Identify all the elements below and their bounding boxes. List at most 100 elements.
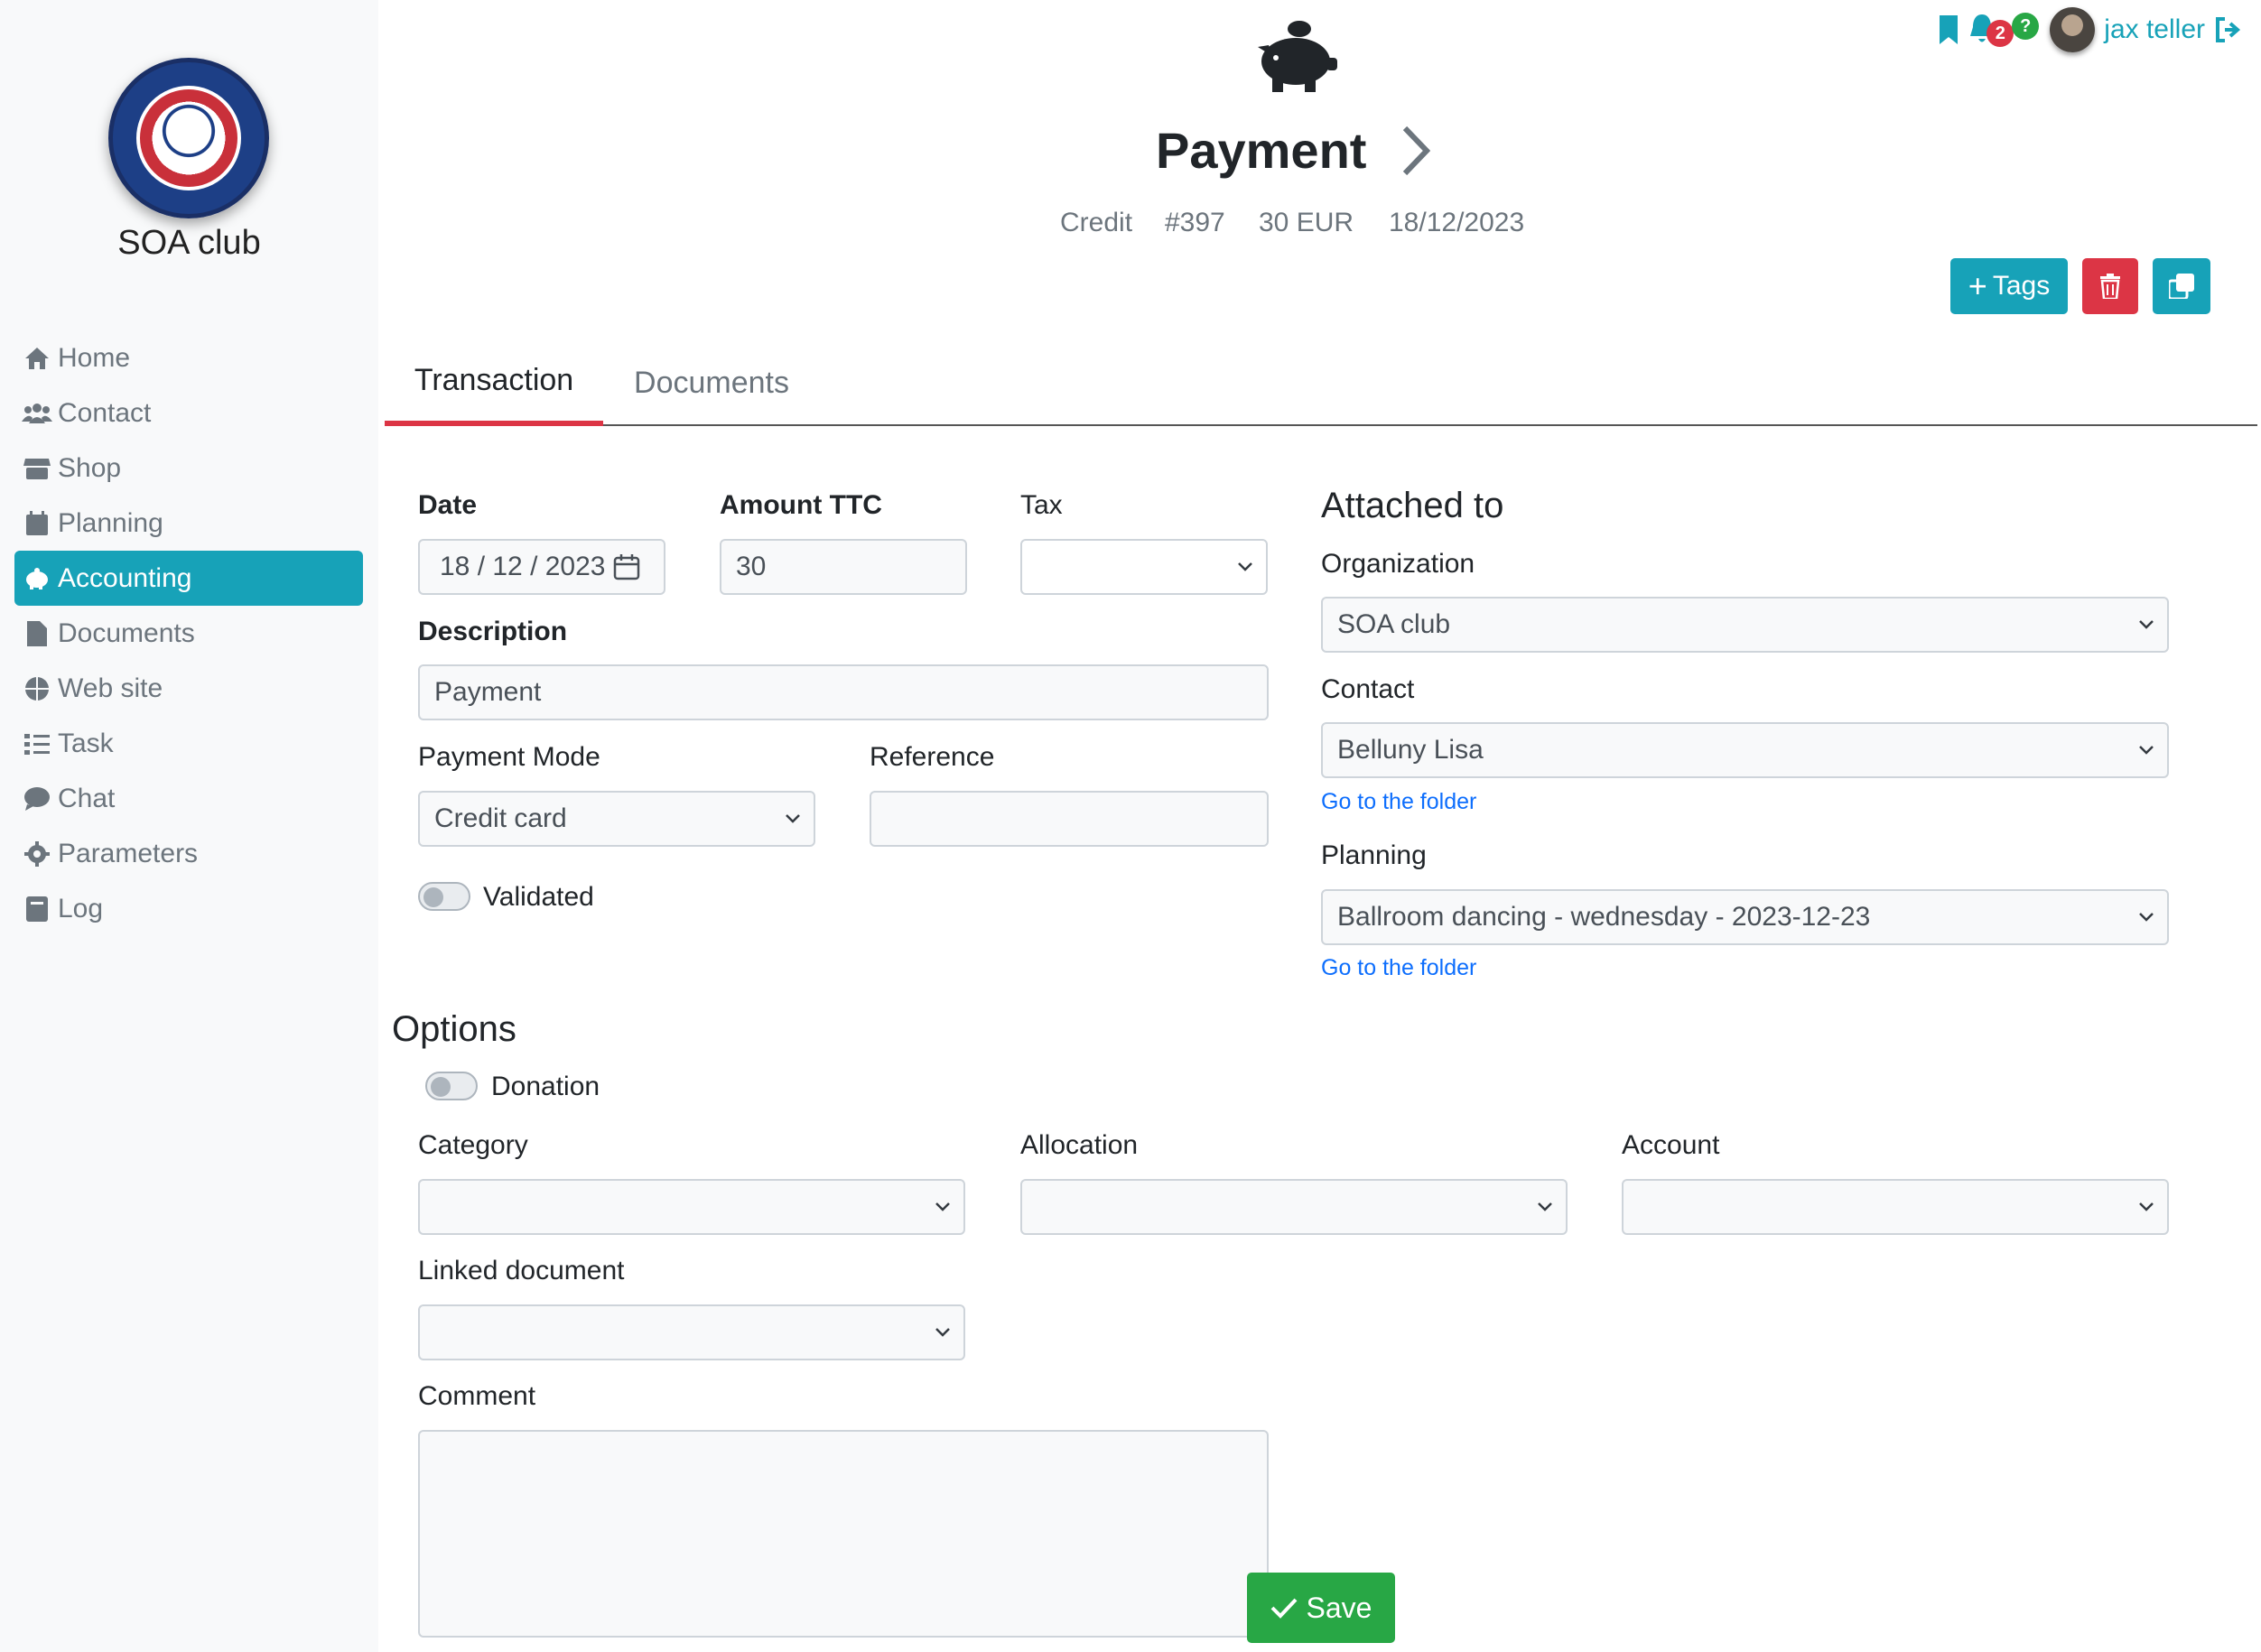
sidebar-item-accounting[interactable]: Accounting <box>14 551 363 606</box>
store-icon <box>22 455 52 482</box>
transaction-number: #397 <box>1165 208 1225 237</box>
chevron-right-icon[interactable] <box>1398 125 1434 177</box>
tags-label: Tags <box>1992 271 2051 301</box>
sidebar-item-contact[interactable]: Contact <box>14 385 363 441</box>
sidebar-item-planning[interactable]: Planning <box>14 496 363 551</box>
plus-icon: + <box>1968 267 1987 304</box>
payment-mode-value: Credit card <box>434 803 567 833</box>
help-badge[interactable]: ? <box>2012 13 2040 40</box>
description-label: Description <box>418 617 568 646</box>
organization-label: Organization <box>1321 549 1475 579</box>
copy-icon <box>2169 274 2194 299</box>
logout-icon[interactable] <box>2214 16 2243 43</box>
account-select[interactable] <box>1622 1179 2169 1235</box>
linked-document-label: Linked document <box>418 1256 625 1285</box>
transaction-type: Credit <box>1060 208 1133 237</box>
calendar-icon <box>22 510 52 537</box>
sidebar-item-documents[interactable]: Documents <box>14 606 363 661</box>
chevron-down-icon <box>2139 746 2154 755</box>
tasks-icon <box>22 730 52 757</box>
notifications[interactable]: 2 ? <box>1968 9 2041 51</box>
date-value: 18 / 12 / 2023 <box>440 552 606 581</box>
payment-mode-select[interactable]: Credit card <box>418 791 815 847</box>
tab-documents[interactable]: Documents <box>621 339 802 426</box>
contact-value: Belluny Lisa <box>1337 735 1484 765</box>
chevron-down-icon <box>1538 1202 1552 1211</box>
donation-label: Donation <box>491 1072 600 1101</box>
chevron-down-icon <box>1238 562 1252 571</box>
organization-select[interactable]: SOA club <box>1321 597 2169 653</box>
donation-toggle[interactable] <box>425 1072 478 1100</box>
tax-label: Tax <box>1020 490 1063 520</box>
sidebar-item-label: Shop <box>58 452 122 483</box>
sidebar-item-label: Log <box>58 893 104 923</box>
linked-document-select[interactable] <box>418 1304 965 1360</box>
reference-label: Reference <box>870 742 995 772</box>
sidebar-item-task[interactable]: Task <box>14 716 363 771</box>
notification-count-badge: 2 <box>1987 20 2014 47</box>
planning-value: Ballroom dancing - wednesday - 2023-12-2… <box>1337 902 1871 932</box>
duplicate-button[interactable] <box>2153 258 2210 314</box>
check-icon <box>1270 1598 1297 1619</box>
category-select[interactable] <box>418 1179 965 1235</box>
username[interactable]: jax teller <box>2104 14 2205 45</box>
comment-label: Comment <box>418 1381 536 1411</box>
sidebar-item-label: Planning <box>58 507 163 538</box>
sidebar-item-label: Documents <box>58 617 195 648</box>
sidebar-item-chat[interactable]: Chat <box>14 771 363 826</box>
page-title: Payment <box>1156 122 1367 179</box>
home-icon <box>22 345 52 372</box>
contact-folder-link[interactable]: Go to the folder <box>1321 789 1476 815</box>
description-value: Payment <box>434 677 542 707</box>
sidebar: SOA club Home Contact Shop Planning Acco… <box>0 0 378 1652</box>
calendar-icon[interactable] <box>613 553 640 580</box>
tab-transaction[interactable]: Transaction <box>385 339 603 426</box>
amount-field[interactable]: 30 <box>720 539 967 595</box>
delete-button[interactable] <box>2082 258 2138 314</box>
tax-select[interactable] <box>1020 539 1268 595</box>
trash-icon <box>2100 274 2120 299</box>
chevron-down-icon <box>2139 620 2154 629</box>
transaction-amount: 30 EUR <box>1259 208 1354 237</box>
date-field[interactable]: 18 / 12 / 2023 <box>418 539 665 595</box>
allocation-select[interactable] <box>1020 1179 1568 1235</box>
gear-icon <box>22 840 52 868</box>
validated-label: Validated <box>483 882 594 912</box>
sidebar-item-label: Accounting <box>58 562 192 593</box>
user-toolbar: 2 ? jax teller <box>1938 7 2243 52</box>
sidebar-item-parameters[interactable]: Parameters <box>14 826 363 881</box>
save-button[interactable]: Save <box>1247 1573 1395 1643</box>
chevron-down-icon <box>2139 1202 2154 1211</box>
planning-folder-link[interactable]: Go to the folder <box>1321 955 1476 981</box>
sidebar-item-label: Web site <box>58 673 163 703</box>
globe-icon <box>22 675 52 702</box>
sidebar-item-log[interactable]: Log <box>14 881 363 936</box>
club-logo[interactable] <box>108 58 269 218</box>
description-field[interactable]: Payment <box>418 664 1269 720</box>
sidebar-item-label: Home <box>58 342 131 373</box>
octopus-emblem <box>153 102 225 174</box>
add-tags-button[interactable]: + Tags <box>1950 258 2068 314</box>
chat-icon <box>22 785 52 812</box>
chevron-down-icon <box>935 1202 950 1211</box>
sidebar-item-shop[interactable]: Shop <box>14 441 363 496</box>
comment-textarea[interactable] <box>418 1430 1269 1638</box>
category-label: Category <box>418 1130 528 1160</box>
sidebar-item-label: Parameters <box>58 838 199 868</box>
piggy-bank-icon <box>1258 21 1337 92</box>
chevron-down-icon <box>2139 913 2154 922</box>
sidebar-item-label: Chat <box>58 783 116 813</box>
validated-toggle[interactable] <box>418 882 470 911</box>
planning-select[interactable]: Ballroom dancing - wednesday - 2023-12-2… <box>1321 889 2169 945</box>
file-icon <box>22 620 52 647</box>
piggy-bank-icon <box>22 565 52 592</box>
sidebar-item-website[interactable]: Web site <box>14 661 363 716</box>
attached-to-title: Attached to <box>1321 486 1504 525</box>
amount-value: 30 <box>736 552 767 581</box>
sidebar-item-home[interactable]: Home <box>14 330 363 385</box>
bookmark-icon[interactable] <box>1938 15 1959 44</box>
contact-select[interactable]: Belluny Lisa <box>1321 722 2169 778</box>
club-name: SOA club <box>117 224 261 262</box>
reference-field[interactable] <box>870 791 1269 847</box>
avatar[interactable] <box>2050 7 2096 52</box>
